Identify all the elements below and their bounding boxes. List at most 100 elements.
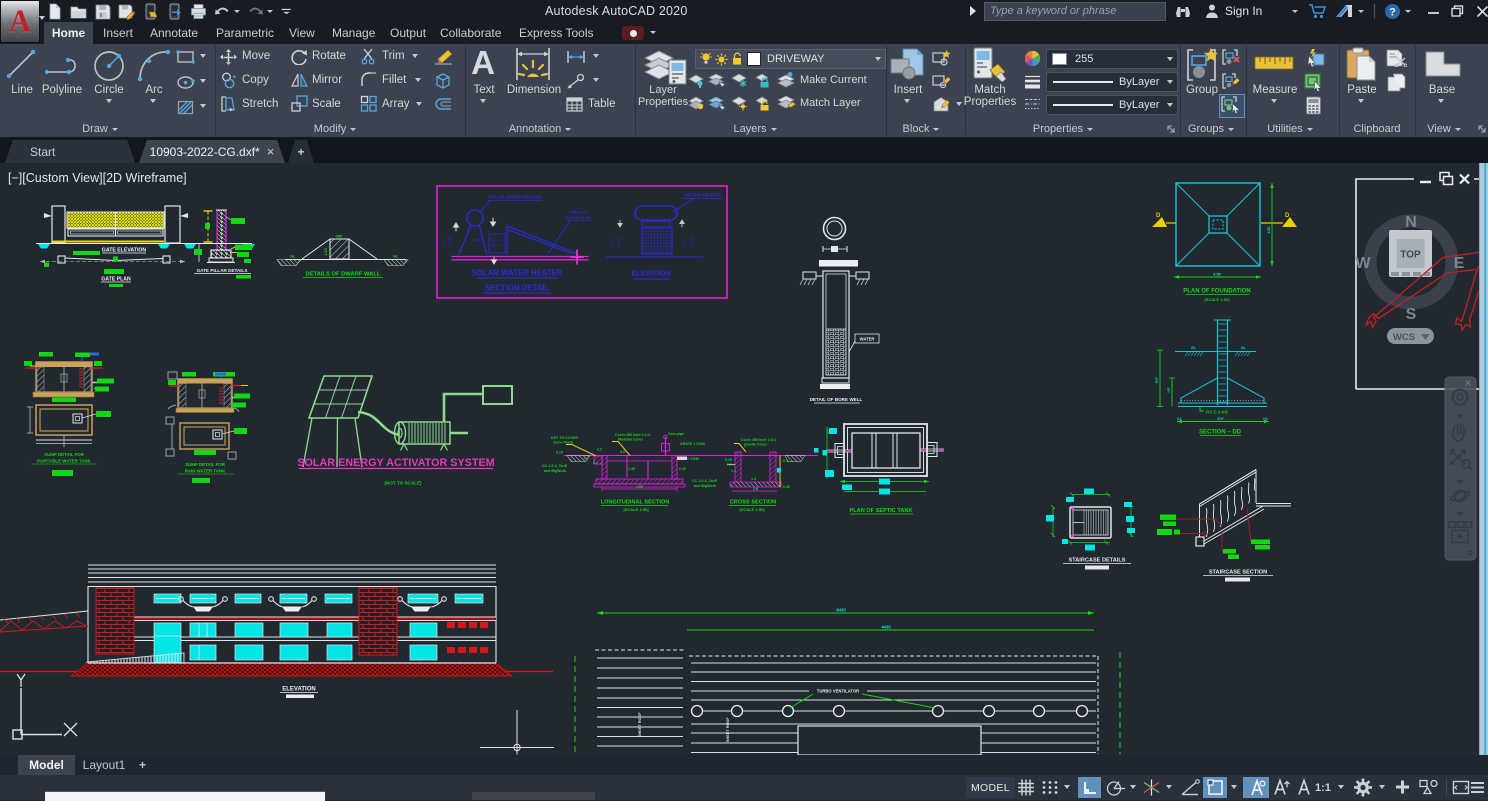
- ribbon-tab-output[interactable]: Output: [384, 22, 432, 44]
- edit-block-icon[interactable]: [932, 73, 952, 89]
- help-dropdown-icon[interactable]: [1405, 10, 1411, 13]
- linear-dim-icon[interactable]: [566, 50, 586, 64]
- text-tool-icon[interactable]: A: [470, 45, 496, 81]
- qat-customize-icon[interactable]: [280, 3, 293, 20]
- search-expand-icon[interactable]: [968, 5, 978, 17]
- arc-tool-label[interactable]: Arc: [134, 84, 174, 96]
- array-dropdown-icon[interactable]: [416, 102, 422, 106]
- array-tool-icon[interactable]: [360, 95, 377, 112]
- rotate-tool-icon[interactable]: [291, 49, 308, 65]
- paste-tool-icon[interactable]: [1345, 47, 1379, 83]
- search-binoculars-icon[interactable]: [1174, 3, 1192, 19]
- color-combo[interactable]: 255: [1046, 49, 1178, 69]
- stretch-tool-icon[interactable]: [221, 96, 239, 112]
- clipboard-panel-title[interactable]: Clipboard: [1339, 121, 1415, 137]
- ribbon-tab-view[interactable]: View: [283, 22, 321, 44]
- linetype-combo[interactable]: ByLayer: [1046, 95, 1178, 115]
- lineweight-dropdown-icon[interactable]: [1167, 80, 1173, 84]
- draw-panel-title[interactable]: Draw: [60, 121, 140, 137]
- layer-on-icon[interactable]: [700, 52, 712, 66]
- block-panel-title[interactable]: Block: [886, 121, 956, 137]
- copy-clip-icon[interactable]: [1387, 73, 1406, 92]
- rotate-tool-label[interactable]: Rotate: [312, 50, 346, 62]
- viewcube-top[interactable]: TOP: [1400, 250, 1421, 261]
- lineweight-icon[interactable]: [1024, 74, 1041, 89]
- ungroup-icon[interactable]: [1222, 48, 1241, 66]
- workspace-dropdown-icon[interactable]: [1379, 785, 1385, 789]
- annotation-visibility-button[interactable]: [1243, 777, 1269, 798]
- ribbon-tab-parametric[interactable]: Parametric: [210, 22, 280, 44]
- viewcube-west[interactable]: W: [1355, 255, 1371, 272]
- featured-apps-button[interactable]: [622, 26, 644, 40]
- layer-select-combo[interactable]: DRIVEWAY: [695, 49, 886, 69]
- lineweight-combo[interactable]: ByLayer: [1046, 72, 1178, 92]
- file-tab-drawing[interactable]: 10903-2022-CG.dxf*×: [139, 140, 285, 163]
- linetype-dropdown-icon[interactable]: [1167, 103, 1173, 107]
- color-dropdown-icon[interactable]: [1167, 57, 1173, 61]
- annotation-scale-button[interactable]: [1296, 777, 1312, 798]
- autodesk-dropdown-icon[interactable]: [1358, 10, 1364, 13]
- line-tool-icon[interactable]: [5, 48, 37, 80]
- new-file-icon[interactable]: [46, 3, 63, 20]
- insert-block-icon[interactable]: [889, 47, 927, 83]
- layout-tab-new[interactable]: +: [133, 755, 152, 775]
- rectangle-dropdown-icon[interactable]: [200, 54, 206, 58]
- drawing-canvas[interactable]: [−][Custom View][2D Wireframe] GATE ELEV…: [0, 163, 1488, 755]
- copy-tool-label[interactable]: Copy: [242, 74, 269, 86]
- group-selection-toggle[interactable]: [1219, 94, 1245, 118]
- insert-block-label[interactable]: Insert: [886, 84, 930, 96]
- dimension-tool-icon[interactable]: [513, 46, 553, 82]
- ribbon-tab-annotate[interactable]: Annotate: [144, 22, 204, 44]
- undo-icon[interactable]: [214, 3, 231, 20]
- layout-tab-layout1[interactable]: Layout1: [77, 755, 131, 775]
- viewcube-south[interactable]: S: [1406, 306, 1417, 323]
- ribbon-tab-express-tools[interactable]: Express Tools: [513, 22, 599, 44]
- fillet-tool-label[interactable]: Fillet: [382, 74, 406, 86]
- redo-dropdown-icon[interactable]: [267, 10, 273, 13]
- view-panel-title[interactable]: View: [1412, 121, 1476, 137]
- leader-tool-icon[interactable]: [566, 73, 586, 89]
- scale-tool-label[interactable]: Scale: [312, 98, 341, 110]
- modify-panel-title[interactable]: Modify: [285, 121, 385, 137]
- groups-panel-title[interactable]: Groups: [1173, 121, 1249, 137]
- help-icon[interactable]: ?: [1384, 3, 1401, 20]
- layer-thaw2-icon[interactable]: [731, 95, 748, 111]
- featured-apps-dropdown-icon[interactable]: [650, 31, 656, 34]
- layer-off-icon[interactable]: [688, 72, 705, 88]
- ribbon-tab-home[interactable]: Home: [44, 22, 93, 44]
- circle-tool-icon[interactable]: [92, 45, 128, 83]
- text-tool-label[interactable]: Text: [464, 84, 504, 96]
- quick-select-icon[interactable]: [1303, 72, 1325, 91]
- ellipse-dropdown-icon[interactable]: [200, 79, 206, 83]
- mirror-tool-label[interactable]: Mirror: [312, 74, 342, 86]
- match-properties-icon[interactable]: [970, 46, 1010, 86]
- layers-panel-title[interactable]: Layers: [715, 121, 795, 137]
- save-as-icon[interactable]: [118, 3, 135, 20]
- stretch-tool-label[interactable]: Stretch: [242, 98, 278, 110]
- annotation-panel-title[interactable]: Annotation: [495, 121, 585, 137]
- move-tool-icon[interactable]: [220, 49, 237, 65]
- trim-tool-icon[interactable]: [360, 48, 378, 65]
- save-to-web-icon[interactable]: [166, 3, 183, 20]
- arc-dropdown-icon[interactable]: [150, 99, 156, 103]
- redo-icon[interactable]: [247, 3, 264, 20]
- canvas-scrollbar[interactable]: [1479, 163, 1488, 755]
- trim-dropdown-icon[interactable]: [412, 54, 418, 58]
- ribbon-tab-insert[interactable]: Insert: [97, 22, 139, 44]
- fillet-dropdown-icon[interactable]: [415, 78, 421, 82]
- hatch-dropdown-icon[interactable]: [200, 104, 206, 108]
- table-tool-icon[interactable]: [566, 97, 583, 112]
- create-block-icon[interactable]: [932, 49, 952, 66]
- cut-icon[interactable]: [1385, 49, 1407, 67]
- layer-thaw-icon[interactable]: [715, 53, 728, 66]
- base-dropdown-icon[interactable]: [1438, 99, 1444, 103]
- trim-tool-label[interactable]: Trim: [382, 50, 405, 62]
- snap-dropdown-icon[interactable]: [1064, 785, 1070, 789]
- object-snap-tracking-button[interactable]: [1180, 777, 1201, 798]
- measure-tool-icon[interactable]: [1254, 52, 1294, 74]
- object-snap-button[interactable]: [1203, 777, 1227, 798]
- properties-panel-title[interactable]: Properties: [1023, 121, 1103, 137]
- search-input[interactable]: Type a keyword or phrase: [984, 2, 1166, 21]
- polar-tracking-button[interactable]: [1106, 777, 1126, 798]
- edit-attribute-icon[interactable]: [932, 96, 952, 113]
